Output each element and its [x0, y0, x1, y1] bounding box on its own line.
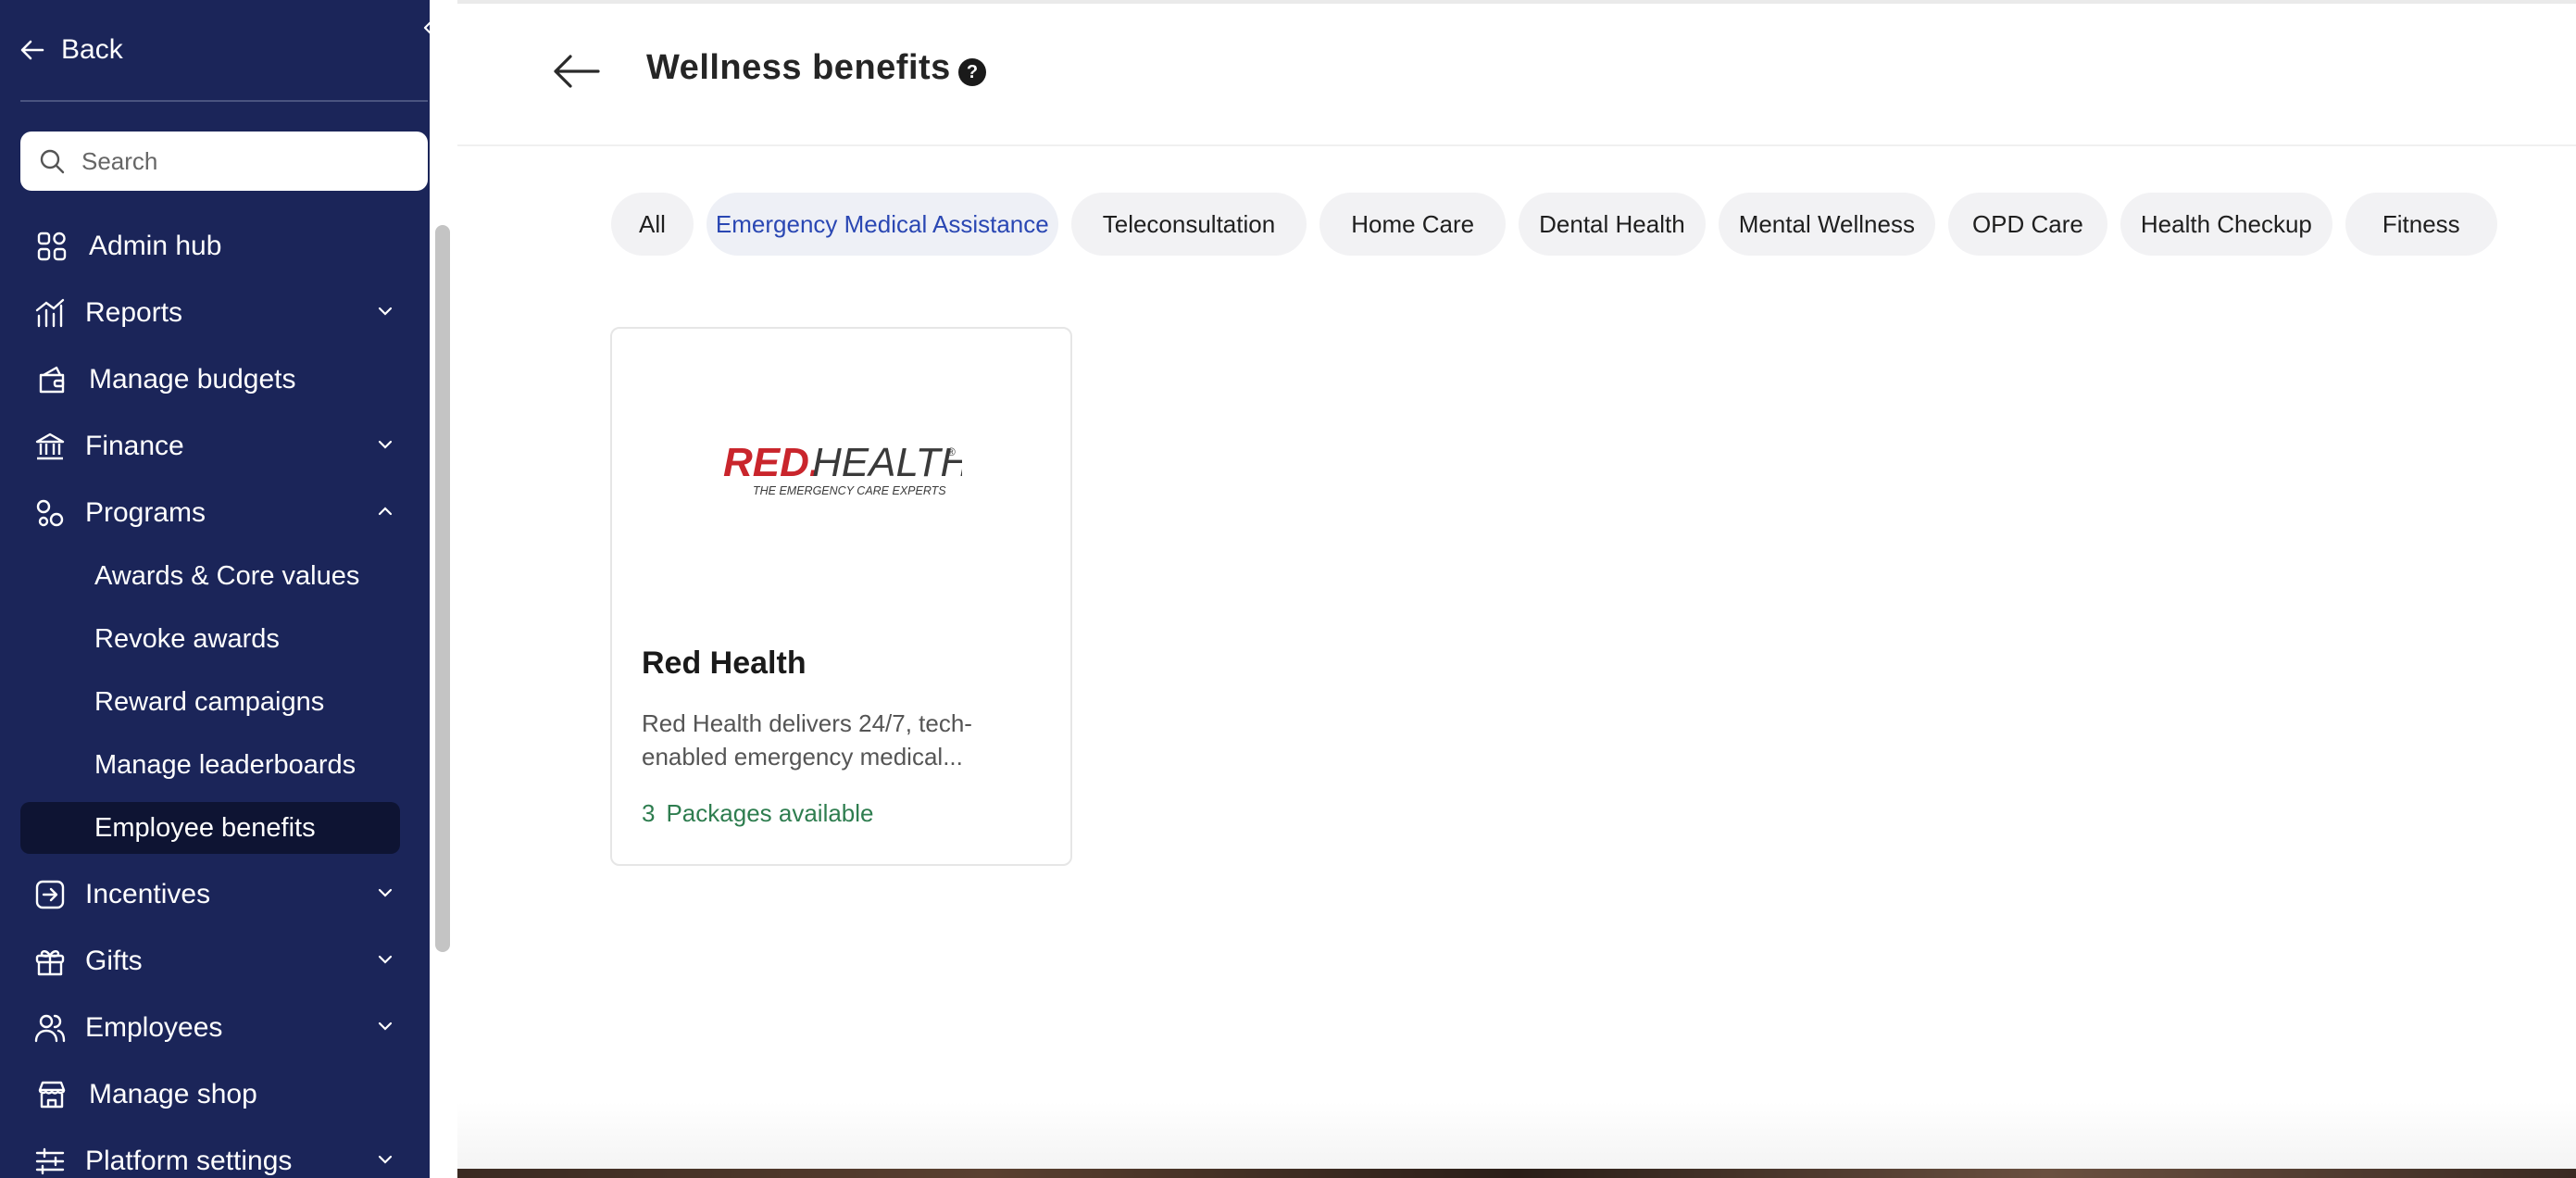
sidebar-subitem-employee-benefits[interactable]: Employee benefits [20, 802, 400, 854]
chevron-up-icon [378, 507, 393, 516]
chevron-down-icon [378, 307, 393, 316]
bank-icon [31, 428, 69, 465]
sidebar-item-label: Reports [85, 297, 183, 328]
category-chip-opd-care[interactable]: OPD Care [1947, 193, 2107, 256]
sidebar-item-platform-settings[interactable]: Platform settings [20, 1134, 409, 1178]
page-bottom-fade [457, 1102, 2576, 1169]
packages-label: Packages available [666, 799, 874, 827]
grid-icon [33, 228, 70, 265]
page-bottom-edge [457, 1169, 2576, 1178]
sidebar-item-admin-hub[interactable]: Admin hub [20, 219, 409, 274]
sidebar-item-label: Finance [85, 431, 184, 461]
sidebar-item-label: Employees [85, 1012, 223, 1043]
category-chip-emergency-medical-assistance[interactable]: Emergency Medical Assistance [706, 193, 1058, 256]
help-icon[interactable]: ? [958, 58, 986, 86]
card-title: Red Health [642, 645, 807, 681]
sidebar-scrollbar-thumb[interactable] [435, 225, 450, 952]
sidebar-search[interactable] [20, 132, 428, 191]
gift-icon [31, 943, 69, 980]
page-back-button[interactable] [552, 46, 602, 96]
category-chip-fitness[interactable]: Fitness [2345, 193, 2497, 256]
svg-text:®: ® [947, 445, 956, 458]
packages-available: 3 Packages available [642, 799, 874, 828]
arrow-left-icon [20, 40, 44, 60]
svg-text:THE EMERGENCY CARE EXPERTS: THE EMERGENCY CARE EXPERTS [753, 484, 946, 497]
category-chip-home-care[interactable]: Home Care [1319, 193, 1507, 256]
sidebar-item-manage-shop[interactable]: Manage shop [20, 1067, 409, 1122]
shapes-icon [31, 495, 69, 532]
svg-text:RED.: RED. [723, 440, 820, 485]
card-description: Red Health delivers 24/7, tech-enabled e… [642, 709, 972, 771]
category-chip-health-checkup[interactable]: Health Checkup [2120, 193, 2332, 256]
sidebar-item-label: Platform settings [85, 1146, 293, 1176]
arrow-left-icon [554, 55, 600, 88]
top-edge [457, 0, 2576, 4]
search-icon [40, 149, 65, 174]
svg-text:HEALTH: HEALTH [812, 440, 962, 485]
sidebar-subitem-reward-campaigns[interactable]: Reward campaigns [20, 676, 400, 728]
page-title: Wellness benefits [646, 48, 951, 87]
sidebar-item-employees[interactable]: Employees [20, 1000, 409, 1056]
category-chip-teleconsultation[interactable]: Teleconsultation [1070, 193, 1307, 256]
sidebar: Back Admin hub Reports Manage budgets Fi [0, 0, 430, 1178]
category-filter: All Emergency Medical Assistance Telecon… [611, 193, 2497, 256]
back-label: Back [61, 34, 123, 65]
chevron-down-icon [378, 888, 393, 897]
sidebar-divider [20, 100, 428, 102]
sidebar-item-finance[interactable]: Finance [20, 419, 409, 474]
category-chip-dental-health[interactable]: Dental Health [1519, 193, 1706, 256]
sidebar-item-label: Gifts [85, 946, 143, 976]
sliders-icon [31, 1143, 69, 1178]
chevron-down-icon [378, 1155, 393, 1164]
sidebar-item-label: Admin hub [89, 231, 222, 261]
users-icon [31, 1009, 69, 1046]
chevron-down-icon [378, 955, 393, 964]
sidebar-item-gifts[interactable]: Gifts [20, 934, 409, 989]
arrow-box-icon [31, 876, 69, 913]
double-chevron-left-icon [423, 21, 430, 34]
back-button[interactable]: Back [20, 28, 123, 72]
collapse-sidebar-button[interactable] [417, 13, 430, 43]
red-health-logo: RED. HEALTH ® THE EMERGENCY CARE EXPERTS [612, 329, 1070, 607]
sidebar-subitem-awards[interactable]: Awards & Core values [20, 550, 400, 602]
search-input[interactable] [80, 145, 413, 177]
store-icon [33, 1076, 70, 1113]
chevron-down-icon [378, 1021, 393, 1031]
chevron-down-icon [378, 440, 393, 449]
chart-icon [31, 294, 69, 332]
wallet-icon [33, 361, 70, 398]
sidebar-item-label: Programs [85, 497, 206, 528]
packages-count: 3 [642, 799, 656, 827]
category-chip-all[interactable]: All [611, 193, 694, 256]
sidebar-item-label: Manage shop [89, 1079, 257, 1109]
sidebar-item-manage-budgets[interactable]: Manage budgets [20, 352, 409, 407]
sidebar-item-incentives[interactable]: Incentives [20, 867, 409, 922]
sidebar-subitem-manage-leaderboards[interactable]: Manage leaderboards [20, 739, 400, 791]
sidebar-item-label: Incentives [85, 879, 211, 909]
sidebar-subitem-revoke-awards[interactable]: Revoke awards [20, 613, 400, 665]
sidebar-item-programs[interactable]: Programs [20, 485, 409, 541]
header-divider [457, 144, 2576, 146]
sidebar-item-label: Manage budgets [89, 364, 296, 395]
category-chip-mental-wellness[interactable]: Mental Wellness [1718, 193, 1935, 256]
sidebar-item-reports[interactable]: Reports [20, 285, 409, 341]
benefit-card[interactable]: RED. HEALTH ® THE EMERGENCY CARE EXPERTS… [610, 327, 1072, 866]
